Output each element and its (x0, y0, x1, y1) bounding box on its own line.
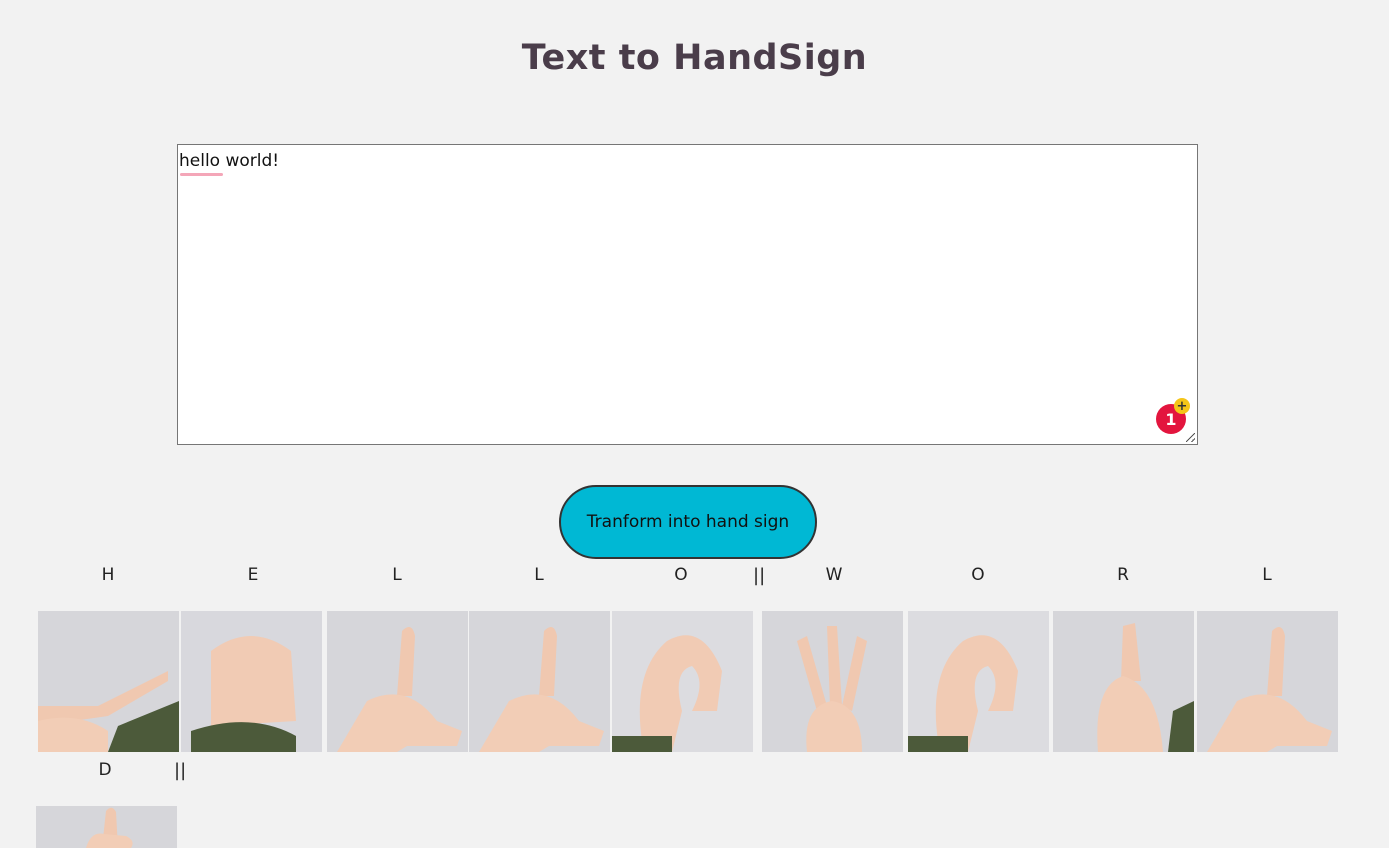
letter-label: R (1117, 565, 1129, 585)
hand-sign-image-l (469, 611, 610, 752)
page-title: Text to HandSign (521, 38, 868, 78)
word-separator: || (753, 565, 766, 586)
text-input-container: 1 + (177, 144, 1198, 445)
hand-sign-image-d (36, 806, 177, 848)
hand-sign-image-e (181, 611, 322, 752)
hand-sign-image-o (612, 611, 753, 752)
hand-sign-image-l (1197, 611, 1338, 752)
spellcheck-underline (180, 173, 223, 176)
letter-label: O (971, 565, 985, 585)
hand-sign-image-o (908, 611, 1049, 752)
word-separator: || (174, 760, 187, 781)
hand-sign-image-l (327, 611, 468, 752)
transform-button[interactable]: Tranform into hand sign (559, 485, 817, 559)
letter-label: W (825, 565, 843, 585)
letter-label: L (1262, 565, 1272, 585)
letter-label: D (98, 760, 112, 780)
letter-label: L (392, 565, 402, 585)
letter-label: E (247, 565, 259, 585)
grammar-plus-icon: + (1174, 398, 1190, 414)
letter-label: O (674, 565, 688, 585)
letter-label: L (534, 565, 544, 585)
letter-label: H (101, 565, 115, 585)
hand-sign-image-h (38, 611, 179, 752)
resize-grip-icon[interactable] (1186, 433, 1195, 442)
text-input[interactable] (178, 145, 1197, 444)
hand-sign-image-r (1053, 611, 1194, 752)
hand-sign-image-w (762, 611, 903, 752)
